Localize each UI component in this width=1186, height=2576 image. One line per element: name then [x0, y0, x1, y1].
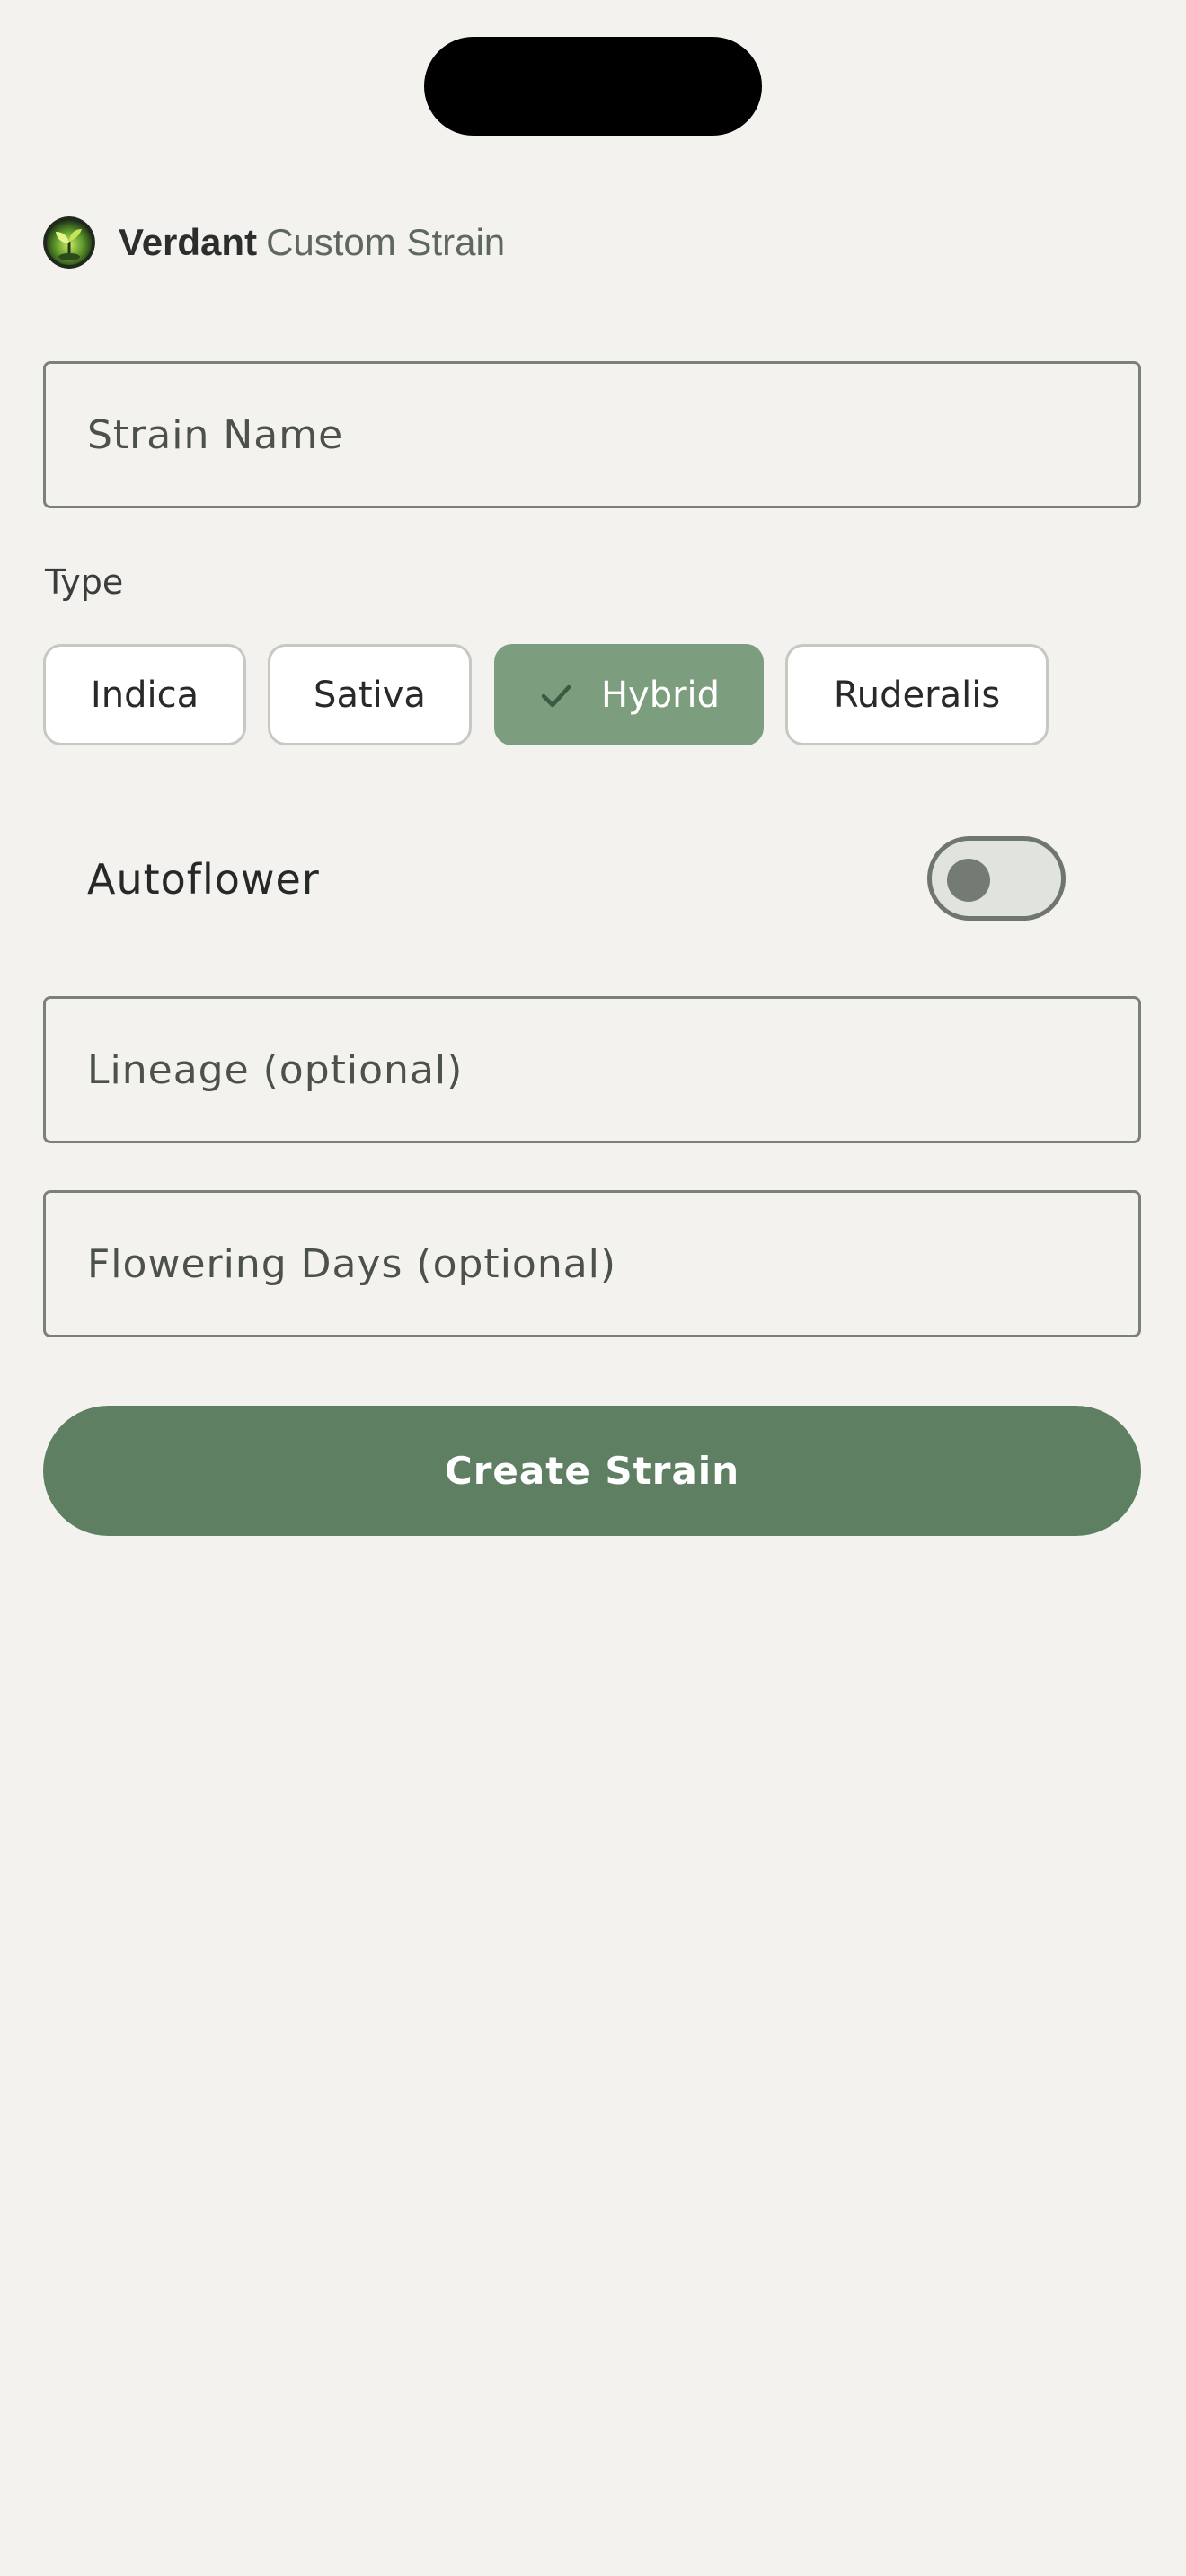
checkmark-icon: [541, 684, 571, 707]
flowering-days-input[interactable]: Flowering Days (optional): [43, 1190, 1141, 1337]
create-strain-button[interactable]: Create Strain: [43, 1406, 1141, 1536]
autoflower-toggle[interactable]: [927, 836, 1066, 921]
lineage-input[interactable]: Lineage (optional): [43, 996, 1141, 1143]
dynamic-island: [424, 37, 762, 136]
flowering-days-placeholder: Flowering Days (optional): [87, 1240, 617, 1287]
sprout-logo-icon: [43, 216, 95, 269]
chip-label: Sativa: [314, 674, 426, 716]
autoflower-label: Autoflower: [87, 855, 320, 904]
strain-name-placeholder: Strain Name: [87, 411, 344, 458]
header-title: Verdant Custom Strain: [119, 214, 505, 271]
page-subtitle: Custom Strain: [266, 221, 506, 263]
toggle-knob: [947, 859, 990, 902]
lineage-placeholder: Lineage (optional): [87, 1046, 464, 1093]
chip-label: Indica: [90, 674, 199, 716]
type-chip-ruderalis[interactable]: Ruderalis: [785, 644, 1049, 745]
autoflower-row: Autoflower: [87, 836, 1067, 921]
chip-label: Ruderalis: [833, 674, 1001, 716]
brand-name: Verdant: [119, 221, 258, 263]
type-label: Type: [45, 562, 124, 602]
chip-label: Hybrid: [600, 674, 721, 716]
type-chip-hybrid[interactable]: Hybrid: [494, 644, 764, 745]
app-header: Verdant Custom Strain: [43, 214, 505, 271]
type-chip-sativa[interactable]: Sativa: [268, 644, 472, 745]
strain-name-input[interactable]: Strain Name: [43, 361, 1141, 508]
type-chip-indica[interactable]: Indica: [43, 644, 246, 745]
